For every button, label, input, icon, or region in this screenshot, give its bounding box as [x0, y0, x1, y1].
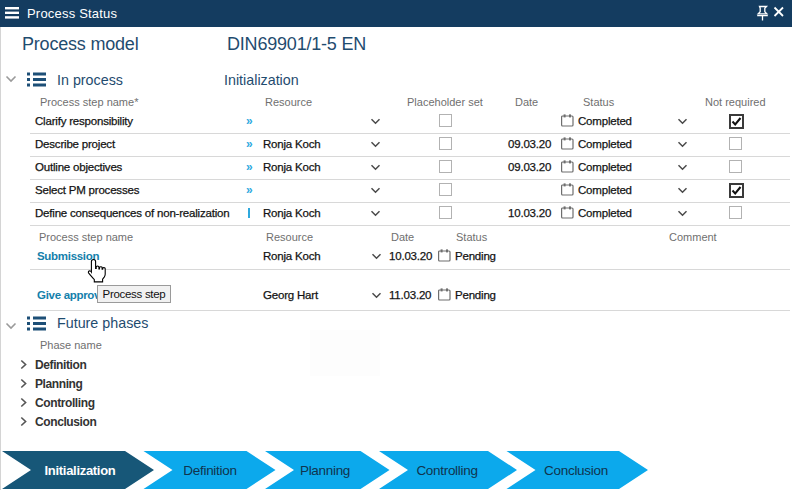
svg-text:Definition: Definition [183, 463, 236, 478]
svg-text:Initialization: Initialization [45, 463, 116, 478]
svg-text:Planning: Planning [300, 463, 350, 478]
svg-text:Controlling: Controlling [416, 463, 477, 478]
svg-text:Conclusion: Conclusion [544, 463, 608, 478]
